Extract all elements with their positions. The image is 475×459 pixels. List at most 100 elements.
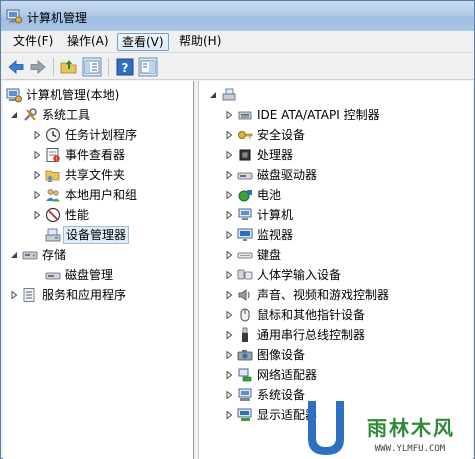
expand-triangle-icon[interactable] bbox=[225, 411, 233, 419]
device-category-row[interactable]: 图像设备 bbox=[199, 345, 469, 365]
device-category-label: 网络适配器 bbox=[257, 368, 318, 382]
computer-management-icon bbox=[6, 9, 22, 24]
processor-icon bbox=[239, 149, 251, 161]
show-hide-console-tree-icon[interactable] bbox=[82, 57, 102, 77]
up-folder-icon[interactable] bbox=[59, 57, 79, 77]
tree-item-label: 共享文件夹 bbox=[65, 168, 126, 182]
window-title: 计算机管理 bbox=[27, 11, 88, 25]
toolbar-separator bbox=[108, 58, 109, 76]
back-arrow-icon[interactable] bbox=[6, 57, 26, 77]
expand-triangle-icon[interactable] bbox=[33, 151, 41, 159]
tree-item-shared-folders[interactable]: 共享文件夹 bbox=[3, 165, 193, 185]
services-icon bbox=[23, 288, 35, 302]
toolbar: ? bbox=[1, 54, 474, 80]
expand-triangle-icon[interactable] bbox=[225, 331, 233, 339]
expand-triangle-icon[interactable] bbox=[225, 291, 233, 299]
watermark-url: WWW.YLMFU.COM bbox=[374, 444, 446, 454]
menu-file[interactable]: 文件(F) bbox=[9, 33, 57, 51]
device-tree-root[interactable] bbox=[199, 85, 469, 105]
expand-triangle-icon[interactable] bbox=[225, 171, 233, 179]
users-icon bbox=[46, 189, 60, 202]
tree-item-storage[interactable]: 存储 bbox=[3, 245, 193, 265]
expand-triangle-icon[interactable] bbox=[225, 151, 233, 159]
tree-item-root[interactable]: 计算机管理(本地) bbox=[3, 85, 193, 105]
device-category-row[interactable]: 监视器 bbox=[199, 225, 469, 245]
device-category-label: 通用串行总线控制器 bbox=[257, 328, 366, 342]
expand-triangle-icon[interactable] bbox=[225, 251, 233, 259]
expand-triangle-icon[interactable] bbox=[225, 311, 233, 319]
expand-triangle-icon[interactable] bbox=[33, 131, 41, 139]
expand-triangle-icon[interactable] bbox=[225, 391, 233, 399]
expand-triangle-icon[interactable] bbox=[225, 131, 233, 139]
show-action-pane-icon[interactable] bbox=[138, 57, 158, 77]
collapse-triangle-icon[interactable] bbox=[10, 251, 18, 259]
device-category-label: 监视器 bbox=[257, 228, 294, 242]
device-category-label: 键盘 bbox=[257, 248, 282, 262]
forward-arrow-icon[interactable] bbox=[28, 57, 48, 77]
device-category-row[interactable]: 网络适配器 bbox=[199, 365, 469, 385]
device-category-row[interactable]: 计算机 bbox=[199, 205, 469, 225]
disk-drive-icon bbox=[237, 172, 253, 180]
device-category-row[interactable]: IDE ATA/ATAPI 控制器 bbox=[199, 105, 469, 125]
menu-action[interactable]: 操作(A) bbox=[63, 33, 113, 51]
tree-item-services[interactable]: 服务和应用程序 bbox=[3, 285, 193, 305]
computer-node-icon bbox=[222, 88, 236, 101]
expand-triangle-icon[interactable] bbox=[33, 191, 41, 199]
battery-icon bbox=[238, 190, 252, 202]
tree-item-device-manager[interactable]: 设备管理器 bbox=[3, 225, 193, 245]
expand-triangle-icon[interactable] bbox=[10, 291, 18, 299]
mouse-icon bbox=[240, 308, 250, 322]
device-category-label: 人体学输入设备 bbox=[257, 268, 342, 282]
device-category-row[interactable]: 通用串行总线控制器 bbox=[199, 325, 469, 345]
expand-triangle-icon[interactable] bbox=[225, 191, 233, 199]
toolbar-separator bbox=[53, 58, 54, 76]
tree-item-local-users[interactable]: 本地用户和组 bbox=[3, 185, 193, 205]
device-category-row[interactable]: 声音、视频和游戏控制器 bbox=[199, 285, 469, 305]
clock-icon bbox=[45, 127, 61, 143]
tree-item-label: 计算机管理(本地) bbox=[26, 88, 120, 102]
help-icon[interactable]: ? bbox=[115, 57, 135, 77]
network-adapter-icon bbox=[238, 368, 252, 382]
device-manager-icon bbox=[45, 228, 61, 242]
device-category-label: 系统设备 bbox=[257, 388, 306, 402]
device-category-label: 计算机 bbox=[257, 208, 294, 222]
menu-bar: 文件(F) 操作(A) 查看(V) 帮助(H) bbox=[1, 31, 474, 53]
device-category-row[interactable]: 人体学输入设备 bbox=[199, 265, 469, 285]
ide-controller-icon bbox=[238, 111, 252, 120]
menu-help[interactable]: 帮助(H) bbox=[175, 33, 225, 51]
menu-view[interactable]: 查看(V) bbox=[117, 33, 169, 51]
display-adapter-icon bbox=[237, 408, 252, 421]
device-category-row[interactable]: 磁盘驱动器 bbox=[199, 165, 469, 185]
expand-triangle-icon[interactable] bbox=[33, 211, 41, 219]
device-category-label: IDE ATA/ATAPI 控制器 bbox=[257, 108, 380, 122]
collapse-triangle-icon[interactable] bbox=[209, 91, 217, 99]
svg-text:?: ? bbox=[122, 61, 129, 75]
tree-item-task-scheduler[interactable]: 任务计划程序 bbox=[3, 125, 193, 145]
device-category-row[interactable]: 电池 bbox=[199, 185, 469, 205]
device-category-label: 处理器 bbox=[257, 148, 294, 162]
device-category-row[interactable]: 鼠标和其他指针设备 bbox=[199, 305, 469, 325]
expand-triangle-icon[interactable] bbox=[225, 271, 233, 279]
device-category-row[interactable]: 安全设备 bbox=[199, 125, 469, 145]
tree-item-performance[interactable]: 性能 bbox=[3, 205, 193, 225]
title-bar[interactable]: 计算机管理 bbox=[1, 1, 474, 31]
tree-item-label: 系统工具 bbox=[42, 108, 91, 122]
tree-item-system-tools[interactable]: 系统工具 bbox=[3, 105, 193, 125]
expand-triangle-icon[interactable] bbox=[225, 111, 233, 119]
event-log-icon: ! bbox=[46, 148, 60, 163]
expand-triangle-icon[interactable] bbox=[225, 351, 233, 359]
tree-item-event-viewer[interactable]: ! 事件查看器 bbox=[3, 145, 193, 165]
expand-triangle-icon[interactable] bbox=[225, 231, 233, 239]
computer-icon bbox=[238, 208, 252, 220]
expand-triangle-icon[interactable] bbox=[33, 171, 41, 179]
shared-folder-icon bbox=[45, 170, 60, 182]
device-category-row[interactable]: 键盘 bbox=[199, 245, 469, 265]
expand-triangle-icon[interactable] bbox=[225, 371, 233, 379]
device-category-row[interactable]: 处理器 bbox=[199, 145, 469, 165]
device-category-label: 声音、视频和游戏控制器 bbox=[257, 288, 390, 302]
device-category-label: 磁盘驱动器 bbox=[257, 168, 318, 182]
watermark: 雨林木风 WWW.YLMFU.COM bbox=[304, 395, 474, 458]
expand-triangle-icon[interactable] bbox=[225, 211, 233, 219]
collapse-triangle-icon[interactable] bbox=[10, 111, 18, 119]
tree-item-disk-management[interactable]: 磁盘管理 bbox=[3, 265, 193, 285]
